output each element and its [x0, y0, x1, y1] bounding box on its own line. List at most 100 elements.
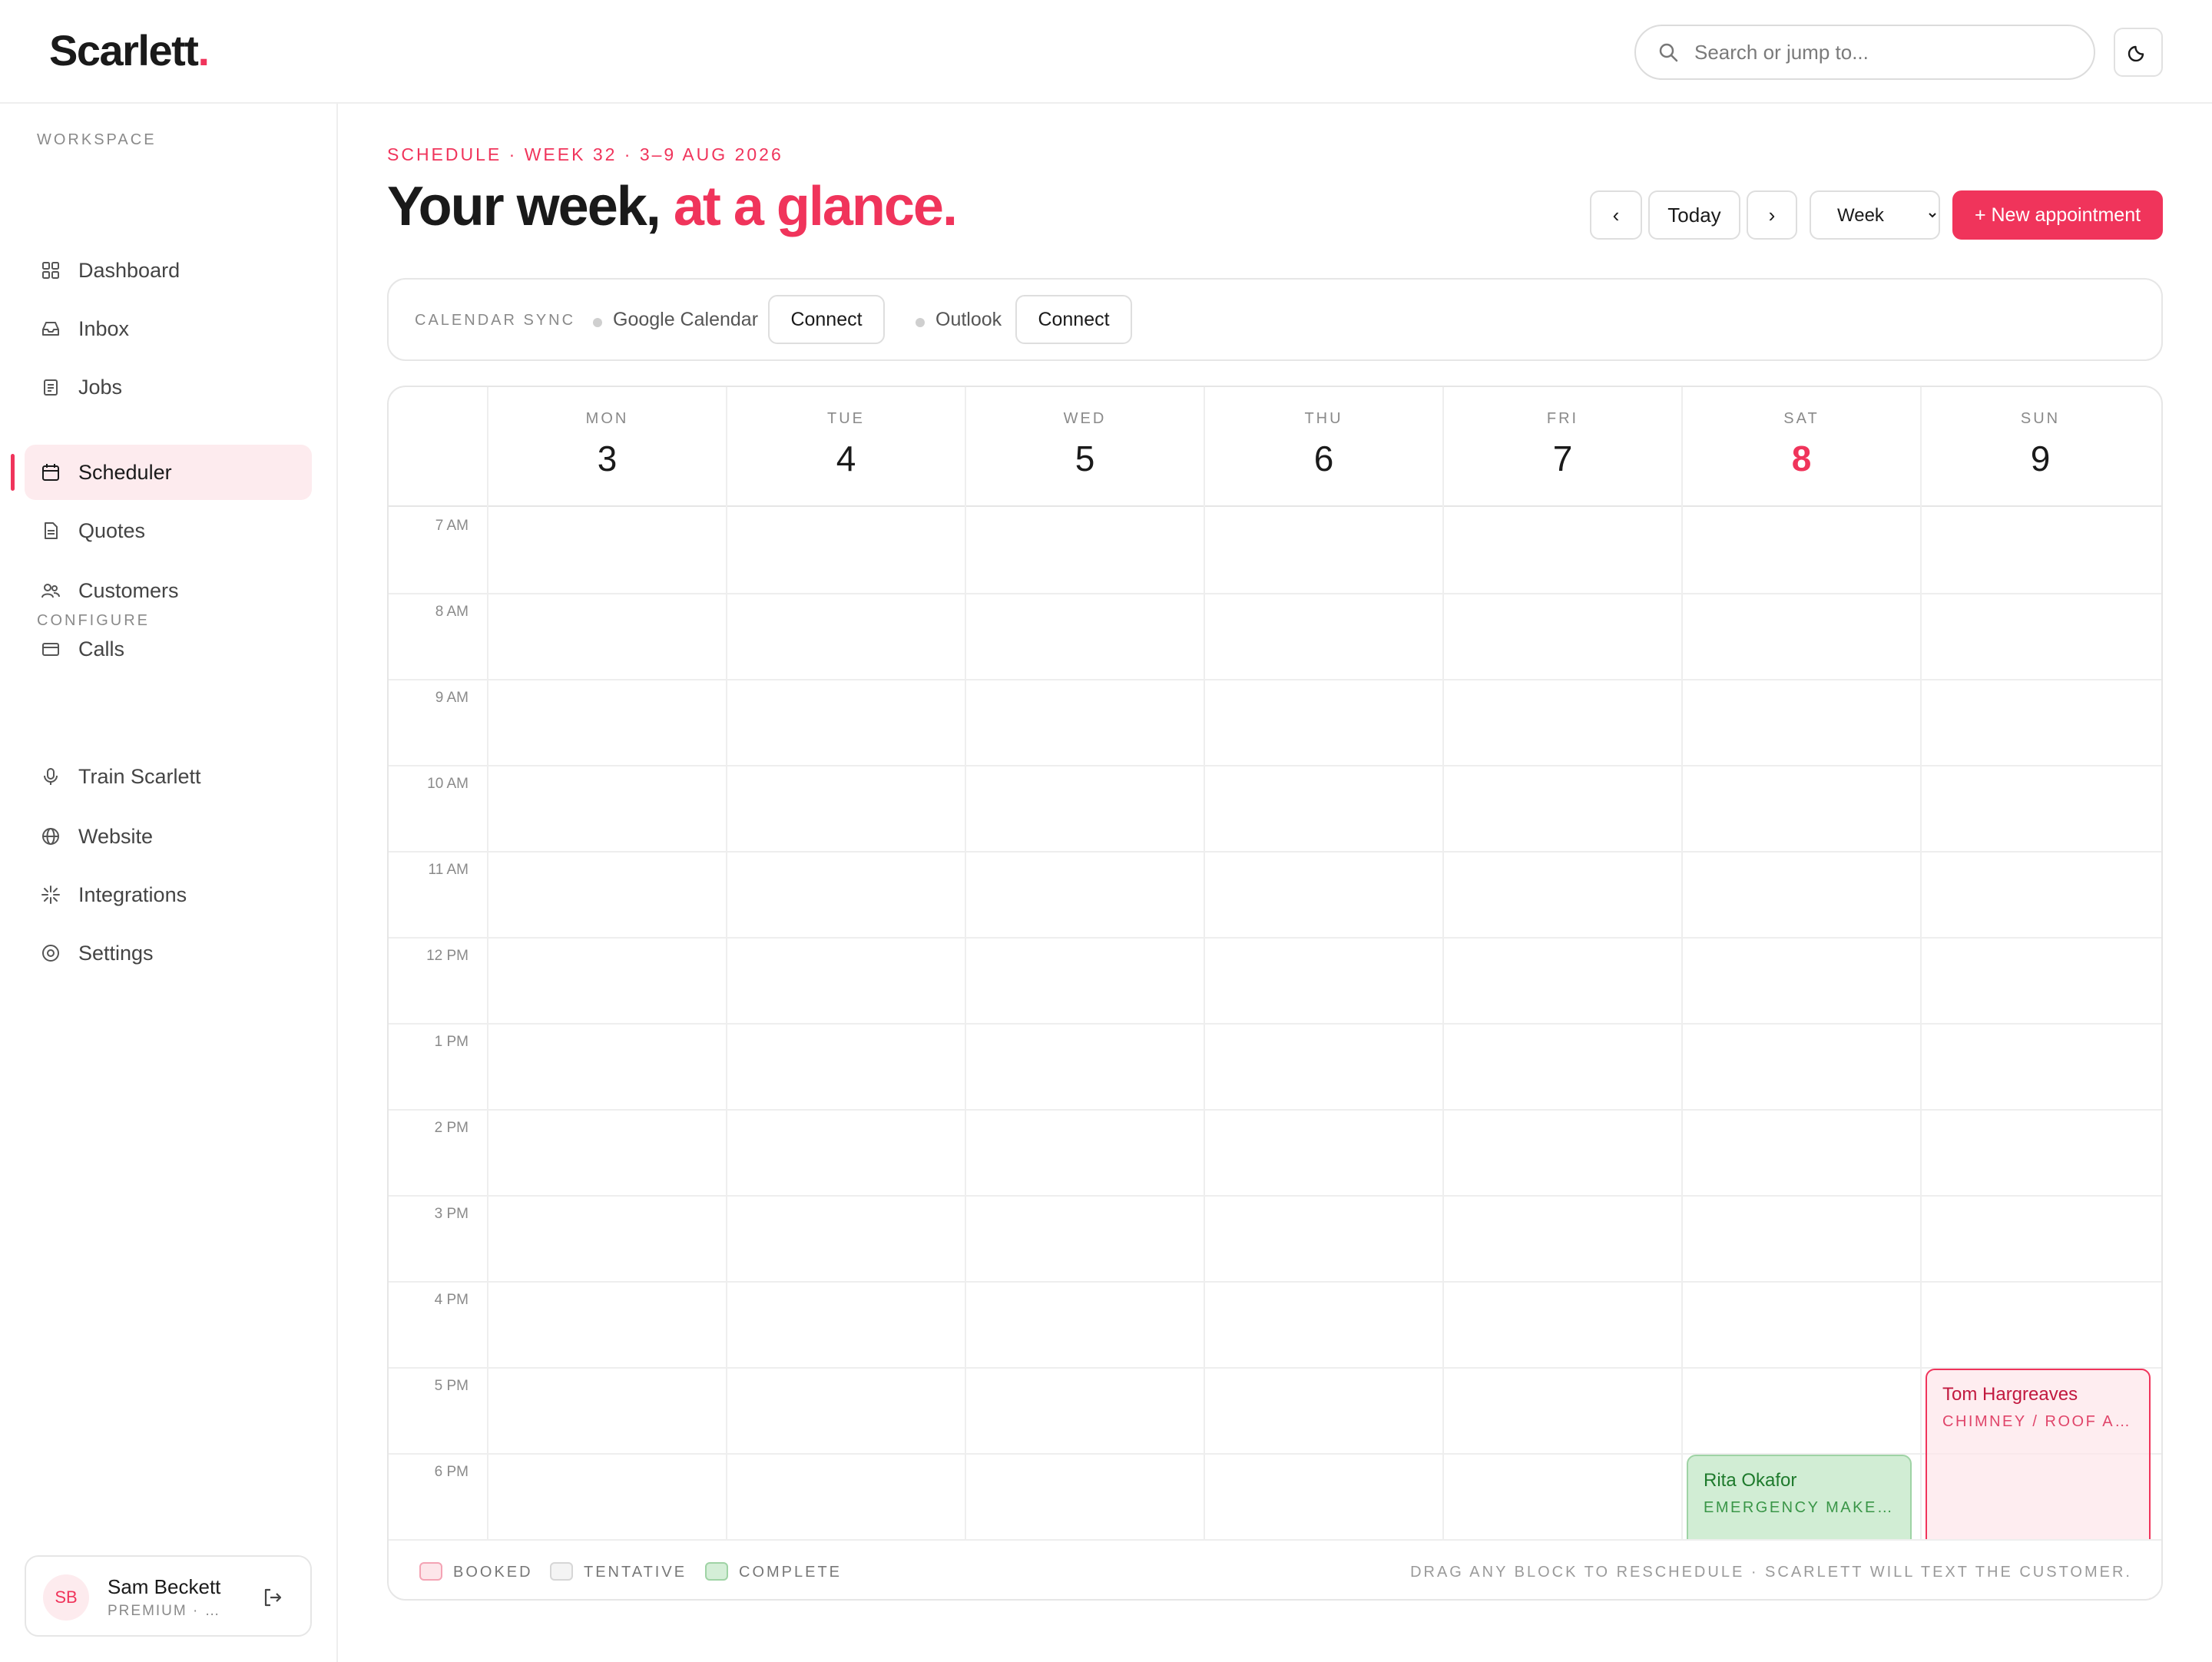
day-number: 3	[597, 439, 618, 478]
appointment-customer: Rita Okafor	[1704, 1470, 1797, 1491]
day-header-fri: FRI 7	[1442, 387, 1681, 507]
outlook-connect-button[interactable]: Connect	[1015, 295, 1132, 344]
sidebar-item-scheduler[interactable]: Scheduler	[25, 445, 312, 500]
search-icon	[1657, 41, 1679, 63]
top-bar: Scarlett.	[0, 0, 2212, 104]
brand-dot: .	[197, 26, 210, 74]
google-calendar-label: Google Calendar	[613, 309, 759, 330]
prev-week-button[interactable]: ‹	[1590, 190, 1642, 240]
sidebar-item-dashboard[interactable]: Dashboard	[25, 243, 312, 298]
legend-label-booked: BOOKED	[453, 1564, 533, 1581]
next-week-button[interactable]: ›	[1747, 190, 1797, 240]
day-column-line	[1204, 507, 1205, 1541]
day-abbr: MON	[585, 410, 629, 427]
search-box[interactable]	[1634, 25, 2095, 80]
hour-gridline	[389, 851, 2161, 853]
theme-toggle-button[interactable]	[2114, 28, 2163, 77]
sidebar-item-inbox[interactable]: Inbox	[25, 301, 312, 356]
calendar-sync-bar: CALENDAR SYNC Google Calendar Connect Ou…	[387, 278, 2163, 361]
microphone-icon	[40, 766, 61, 787]
sync-label: CALENDAR SYNC	[415, 312, 576, 329]
avatar: SB	[43, 1574, 89, 1621]
day-number: 6	[1313, 439, 1334, 478]
appointment-customer: Tom Hargreaves	[1942, 1384, 2078, 1405]
grid-icon	[40, 260, 61, 281]
reschedule-hint: DRAG ANY BLOCK TO RESCHEDULE · SCARLETT …	[1410, 1564, 2132, 1581]
hour-label: 10 AM	[427, 776, 469, 792]
day-number-today: 8	[1791, 439, 1812, 478]
schedule-eyebrow: SCHEDULE · WEEK 32 · 3–9 AUG 2026	[387, 144, 783, 164]
sidebar-item-label: Train Scarlett	[78, 764, 201, 788]
hour-gridline	[389, 1023, 2161, 1025]
legend-swatch-tentative	[550, 1562, 573, 1581]
sidebar-item-label: Settings	[78, 941, 154, 965]
day-abbr: SAT	[1783, 410, 1820, 427]
sidebar-item-quotes[interactable]: Quotes	[25, 503, 312, 558]
hour-label: 7 AM	[435, 518, 469, 534]
moon-icon	[2128, 41, 2149, 65]
hour-label: 4 PM	[434, 1292, 469, 1308]
settings-icon	[40, 942, 61, 964]
users-icon	[40, 580, 61, 601]
user-card[interactable]: SB Sam Beckett PREMIUM · S...	[25, 1555, 312, 1637]
day-abbr: WED	[1063, 410, 1107, 427]
sidebar-item-label: Scheduler	[78, 460, 172, 484]
page-title-accent: at a glance.	[673, 176, 958, 237]
day-abbr: TUE	[827, 410, 865, 427]
outlook-status-dot	[916, 318, 925, 327]
spark-icon	[40, 884, 61, 905]
sidebar-item-label: Customers	[78, 578, 179, 602]
sidebar-item-label: Website	[78, 824, 154, 848]
day-number: 4	[836, 439, 856, 478]
hour-label: 9 AM	[435, 690, 469, 706]
hour-gridline	[389, 1281, 2161, 1283]
hour-gridline	[389, 679, 2161, 680]
search-input[interactable]	[1694, 40, 2063, 65]
hour-label: 12 PM	[426, 948, 469, 964]
user-name: Sam Beckett	[108, 1575, 221, 1598]
brand-name: Scarlett	[49, 26, 199, 74]
sidebar-item-website[interactable]: Website	[25, 809, 312, 864]
view-select[interactable]: Week	[1810, 190, 1940, 240]
sidebar-item-jobs[interactable]: Jobs	[25, 359, 312, 415]
day-abbr: SUN	[2020, 410, 2061, 427]
hour-label: 8 AM	[435, 604, 469, 620]
hour-gridline	[389, 1367, 2161, 1369]
outlook-label: Outlook	[935, 309, 1002, 330]
brand-logo[interactable]: Scarlett.	[49, 26, 210, 75]
hour-label: 6 PM	[434, 1464, 469, 1480]
sidebar-item-label: Calls	[78, 637, 125, 660]
appointment-type: EMERGENCY MAKE-S...	[1704, 1499, 1895, 1516]
day-column-line	[1920, 507, 1922, 1541]
hour-label: 3 PM	[434, 1206, 469, 1222]
inbox-icon	[40, 318, 61, 339]
workspace-section-label: WORKSPACE	[37, 131, 157, 148]
hour-gridline	[389, 1195, 2161, 1197]
legend-label-complete: COMPLETE	[739, 1564, 843, 1581]
card-icon	[40, 638, 61, 660]
calendar-header: MON 3 TUE 4 WED 5 THU 6 FRI 7 SAT 8 SUN …	[389, 387, 2161, 507]
document-icon	[40, 520, 61, 541]
today-button[interactable]: Today	[1648, 190, 1740, 240]
day-column-line	[1442, 507, 1444, 1541]
sidebar-item-train-scarlett[interactable]: Train Scarlett	[25, 749, 312, 804]
sidebar-item-integrations[interactable]: Integrations	[25, 867, 312, 922]
hour-label: 11 AM	[428, 862, 469, 878]
sidebar-item-label: Inbox	[78, 316, 130, 340]
day-number: 9	[2030, 439, 2051, 478]
day-header-mon: MON 3	[487, 387, 726, 507]
calendar-icon	[40, 462, 61, 483]
sidebar-item-label: Integrations	[78, 882, 187, 906]
hour-gridline	[389, 593, 2161, 594]
sidebar-item-settings[interactable]: Settings	[25, 925, 312, 981]
google-connect-button[interactable]: Connect	[768, 295, 885, 344]
logout-icon[interactable]	[261, 1586, 284, 1609]
hour-label: 5 PM	[434, 1378, 469, 1394]
day-abbr: FRI	[1546, 410, 1579, 427]
sidebar-item-customers[interactable]: Customers	[25, 563, 312, 618]
sidebar-item-label: Quotes	[78, 518, 146, 542]
day-column-line	[726, 507, 727, 1541]
new-appointment-button[interactable]: + New appointment	[1952, 190, 2163, 240]
page-title: Your week, at a glance.	[387, 175, 958, 238]
day-column-line	[1681, 507, 1683, 1541]
